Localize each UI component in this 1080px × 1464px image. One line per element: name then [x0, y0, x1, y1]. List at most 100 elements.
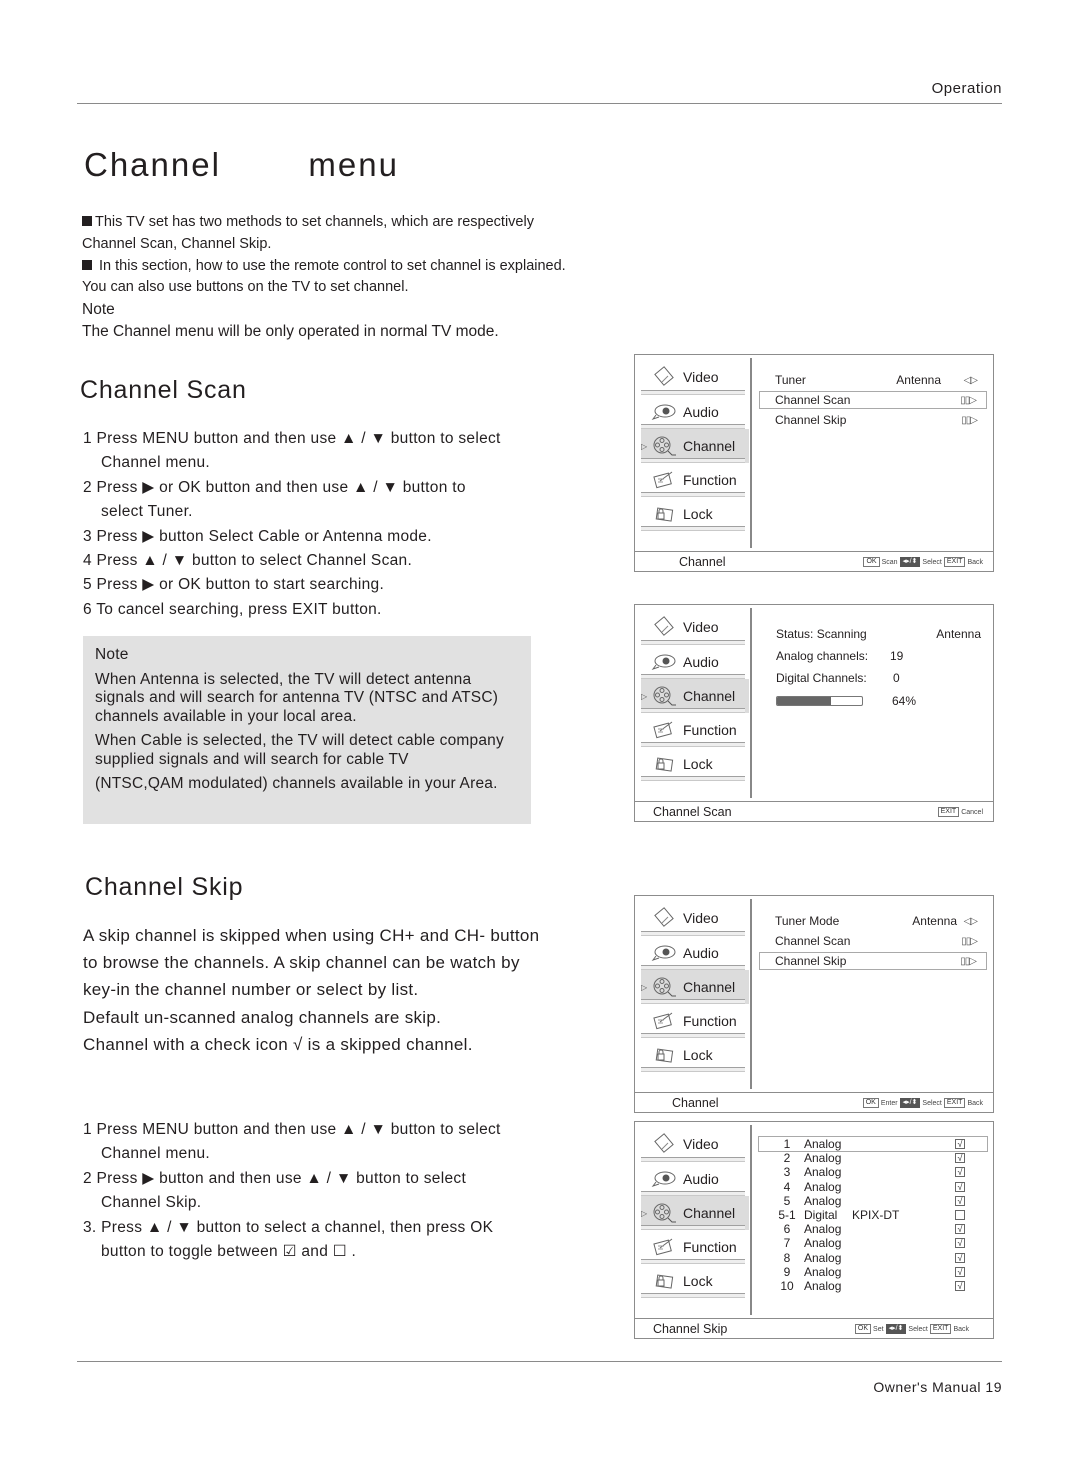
skip-checkbox[interactable]: √	[955, 1181, 965, 1192]
osd-menu-lock[interactable]: Lock	[641, 497, 749, 531]
skip-checkbox[interactable]: √	[955, 1153, 965, 1164]
osd-menu-function[interactable]: Function	[641, 713, 749, 747]
skip-checkbox[interactable]: √	[955, 1252, 965, 1263]
enter-arrow-icon: ▯▯▷	[960, 394, 977, 406]
osd-menu-video[interactable]: Video	[641, 1126, 749, 1162]
osd-menu-channel[interactable]: ▷ Channel	[641, 429, 749, 463]
skip-checkbox[interactable]	[955, 1209, 965, 1220]
channel-row[interactable]: 7 Analog √	[759, 1236, 987, 1250]
intro-text: This TV set has two methods to set chann…	[82, 212, 582, 343]
osd-menu-label: Audio	[683, 404, 719, 420]
channel-row[interactable]: 2 Analog √	[759, 1151, 987, 1165]
row-label: Tuner	[775, 373, 806, 387]
step-line: 2 Press ▶ or OK button and then use ▲ / …	[83, 478, 466, 496]
channel-row[interactable]: 1 Analog √	[758, 1135, 988, 1153]
osd-menu-label: Audio	[683, 945, 719, 961]
skip-checkbox[interactable]: √	[955, 1238, 965, 1249]
skip-checkbox[interactable]: √	[955, 1167, 965, 1178]
osd-row-tuner[interactable]: Tuner Antenna ◁▷	[759, 371, 987, 389]
osd-sidebar: Video Audio ▷ Channel Function Lock	[641, 609, 749, 799]
step-line: Channel Skip.	[101, 1194, 202, 1212]
step-line: button to toggle between ☑ and ☐ .	[101, 1243, 357, 1261]
hint-label: Back	[953, 1325, 969, 1333]
osd-menu-lock[interactable]: Lock	[641, 1038, 749, 1072]
left-right-arrow-icon: ◁▷	[963, 915, 978, 927]
osd-menu-label: Video	[683, 369, 719, 385]
osd-menu-lock[interactable]: Lock	[641, 1264, 749, 1298]
channel-name: KPIX-DT	[852, 1207, 900, 1222]
channel-number: 5-1	[778, 1207, 796, 1222]
channel-scan-heading: Channel Scan	[80, 376, 247, 404]
ok-key: OK	[863, 557, 880, 567]
pointer-icon: ▷	[641, 441, 648, 451]
osd-menu-channel[interactable]: ▷ Channel	[641, 679, 749, 713]
note-antenna: When Antenna is selected, the TV will de…	[95, 670, 499, 725]
channel-row[interactable]: 6 Analog √	[759, 1222, 987, 1236]
hint-label: Scan	[881, 558, 898, 566]
step-line: 1 Press MENU button and then use ▲ / ▼ b…	[83, 1121, 501, 1138]
note-cable-cont: (NTSC,QAM modulated) channels available …	[95, 775, 498, 792]
channel-reel-icon	[651, 685, 677, 707]
skip-checkbox[interactable]: √	[955, 1280, 965, 1291]
video-icon	[651, 1133, 677, 1155]
hint-label: Select	[922, 1099, 942, 1107]
osd-row-channel-scan[interactable]: Channel Scan ▯▯▷	[759, 391, 987, 409]
osd-menu-label: Function	[683, 1239, 737, 1255]
channel-number: 1	[783, 1137, 791, 1151]
row-value: Antenna	[896, 373, 941, 387]
osd-divider	[750, 608, 752, 798]
video-icon	[651, 616, 677, 638]
osd-menu-label: Lock	[683, 1273, 713, 1289]
osd-row-channel-skip[interactable]: Channel Skip ▯▯▷	[759, 411, 987, 429]
step-line: 5 Press ▶ or OK button to start searchin…	[83, 576, 385, 594]
osd-menu-function[interactable]: Function	[641, 1004, 749, 1038]
osd-menu-video[interactable]: Video	[641, 900, 749, 936]
intro-bullet-1: This TV set has two methods to set chann…	[82, 214, 534, 252]
channel-type: Analog	[804, 1236, 842, 1251]
osd-menu-label: Lock	[683, 506, 713, 522]
osd-menu-lock[interactable]: Lock	[641, 747, 749, 781]
channel-row[interactable]: 9 Analog √	[759, 1265, 987, 1279]
channel-number: 2	[783, 1151, 791, 1166]
step-line: Channel menu.	[101, 454, 211, 472]
channel-row[interactable]: 4 Analog √	[759, 1180, 987, 1194]
step-line: select Tuner.	[101, 503, 193, 521]
skip-para-3: Channel with a check icon √ is a skipped…	[83, 1034, 473, 1054]
channel-reel-icon	[651, 1202, 677, 1224]
skip-checkbox[interactable]: √	[955, 1195, 965, 1206]
osd-menu-video[interactable]: Video	[641, 359, 749, 395]
analog-label: Analog channels:	[776, 649, 869, 663]
digital-label: Digital Channels:	[776, 671, 867, 685]
osd-sidebar: Video Audio ▷ Channel Function Lock	[641, 359, 749, 549]
osd-menu-channel[interactable]: ▷ Channel	[641, 1196, 749, 1230]
channel-row[interactable]: 5 Analog √	[759, 1194, 987, 1208]
osd-menu-function[interactable]: Function	[641, 463, 749, 497]
pointer-icon: ▷	[641, 1208, 648, 1218]
osd-footer-title: Channel Skip	[653, 1322, 728, 1336]
channel-row[interactable]: 10 Analog √	[759, 1279, 987, 1293]
osd-menu-audio[interactable]: Audio	[641, 936, 749, 970]
function-icon	[651, 719, 677, 741]
audio-icon	[651, 942, 677, 964]
osd-menu-audio[interactable]: Audio	[641, 1162, 749, 1196]
section-label: Operation	[931, 80, 1002, 97]
skip-checkbox[interactable]: √	[955, 1266, 965, 1277]
channel-row[interactable]: 3 Analog √	[759, 1165, 987, 1179]
hint-label: Select	[908, 1325, 928, 1333]
channel-number: 8	[783, 1250, 791, 1265]
skip-checkbox[interactable]: √	[955, 1224, 965, 1235]
osd-menu-video[interactable]: Video	[641, 609, 749, 645]
scan-source: Antenna	[936, 627, 981, 641]
osd-menu-function[interactable]: Function	[641, 1230, 749, 1264]
osd-row-channel-scan[interactable]: Channel Scan ▯▯▷	[759, 932, 987, 950]
osd-menu-audio[interactable]: Audio	[641, 395, 749, 429]
channel-row[interactable]: 5-1 Digital KPIX-DT	[759, 1208, 987, 1222]
step-line: 4 Press ▲ / ▼ button to select Channel S…	[83, 552, 413, 570]
osd-row-tuner-mode[interactable]: Tuner Mode Antenna ◁▷	[759, 912, 987, 930]
skip-checkbox[interactable]: √	[955, 1139, 965, 1149]
osd-menu-audio[interactable]: Audio	[641, 645, 749, 679]
step-line: 2 Press ▶ button and then use ▲ / ▼ butt…	[83, 1169, 467, 1187]
osd-menu-channel[interactable]: ▷ Channel	[641, 970, 749, 1004]
osd-row-channel-skip[interactable]: Channel Skip ▯▯▷	[759, 952, 987, 970]
channel-row[interactable]: 8 Analog √	[759, 1251, 987, 1265]
